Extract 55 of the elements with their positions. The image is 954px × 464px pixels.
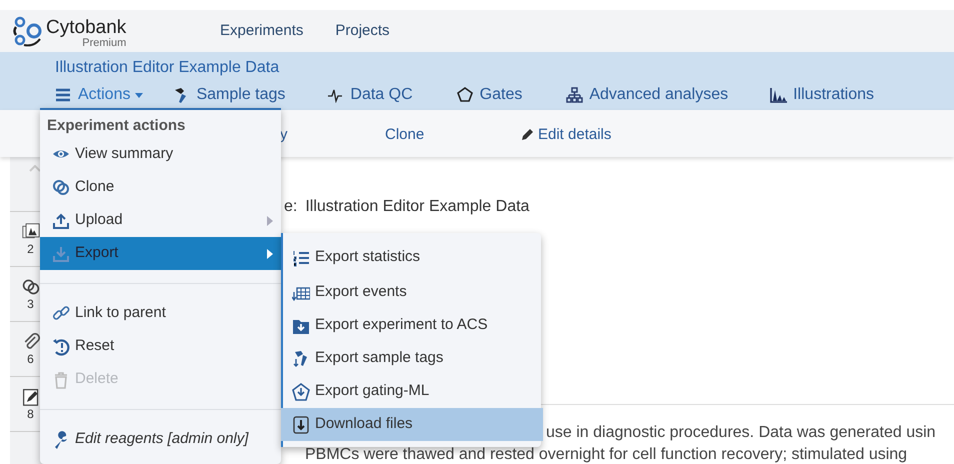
chevron-right-icon — [267, 248, 273, 258]
download-icon — [52, 244, 70, 262]
menu-item[interactable]: Link to parent — [40, 297, 281, 330]
reset-icon — [52, 338, 70, 356]
chevron-right-icon — [267, 216, 273, 226]
nav-tab[interactable]: Illustrations — [770, 83, 874, 107]
edition-label: Premium — [82, 38, 126, 49]
submenu-item[interactable]: Export statistics — [281, 239, 543, 276]
pentagon-download-icon — [292, 382, 310, 400]
nav-link[interactable]: Experiments — [220, 20, 304, 42]
submenu-item[interactable]: Export experiment to ACS — [281, 309, 543, 342]
menu-item[interactable]: Clone — [40, 171, 281, 204]
nav-tab[interactable]: Data QC — [327, 83, 413, 107]
menu-item[interactable]: Upload — [40, 204, 281, 237]
nav-link[interactable]: Projects — [335, 20, 390, 42]
submenu-item[interactable]: Export events — [281, 276, 543, 309]
submenu-item[interactable]: Download files — [281, 408, 543, 441]
item-count: 6 — [27, 353, 34, 365]
menu-item[interactable]: Reset — [40, 330, 281, 363]
nav-tab[interactable]: Actions — [55, 83, 144, 107]
chevron-up-icon — [28, 165, 40, 172]
menu-item[interactable]: Edit reagents [admin only] — [40, 423, 281, 456]
link-icon — [52, 304, 70, 322]
nav-tab[interactable]: Gates — [456, 83, 522, 107]
nav-tab[interactable]: Sample tags — [173, 83, 286, 107]
file-download-icon — [292, 416, 310, 434]
experiment-title: Illustration Editor Example Data — [55, 58, 280, 78]
toolbar-link[interactable]: Clone — [385, 124, 424, 146]
histogram-icon — [770, 87, 788, 103]
clone-icon — [22, 278, 40, 296]
nav-tab[interactable]: Advanced analyses — [566, 83, 728, 107]
item-count: 8 — [27, 408, 34, 420]
description-text: PBMCs were thawed and rested overnight for cell function recovery; stimulated using — [305, 445, 908, 464]
field-value: Illustration Editor Example Data — [305, 197, 530, 217]
pencil-icon — [520, 128, 534, 142]
caret-icon — [135, 92, 144, 98]
upload-icon — [52, 212, 70, 230]
submenu-item[interactable]: Export gating-ML — [281, 375, 543, 408]
field-label: e: — [284, 197, 298, 217]
numbered-list-icon — [292, 248, 310, 266]
toolbar-link[interactable]: Edit details — [520, 124, 612, 146]
pencil-note-icon — [22, 388, 40, 406]
trash-icon — [52, 370, 70, 388]
hierarchy-icon — [566, 87, 584, 103]
item-count: 2 — [27, 243, 34, 255]
description-text: use in diagnostic procedures. Data was generated usin — [546, 423, 936, 443]
submenu-item[interactable]: Export sample tags — [281, 342, 543, 375]
menu-item[interactable]: Export — [40, 237, 281, 270]
pentagon-icon — [456, 87, 475, 103]
clone-icon — [52, 178, 70, 196]
item-count: 3 — [27, 298, 34, 310]
menu-icon — [55, 87, 73, 103]
menu-heading: Experiment actions — [46, 116, 186, 136]
logo-text: Cytobank — [46, 18, 126, 37]
menu-item[interactable]: View summary — [40, 138, 281, 171]
